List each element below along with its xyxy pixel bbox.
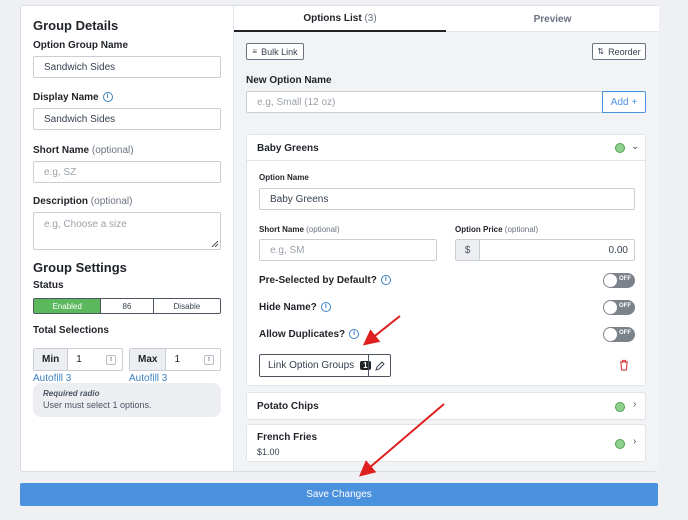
- arrow-to-save: [358, 403, 445, 477]
- annotation-arrows: [358, 315, 445, 477]
- arrow-to-link-groups: [362, 315, 401, 346]
